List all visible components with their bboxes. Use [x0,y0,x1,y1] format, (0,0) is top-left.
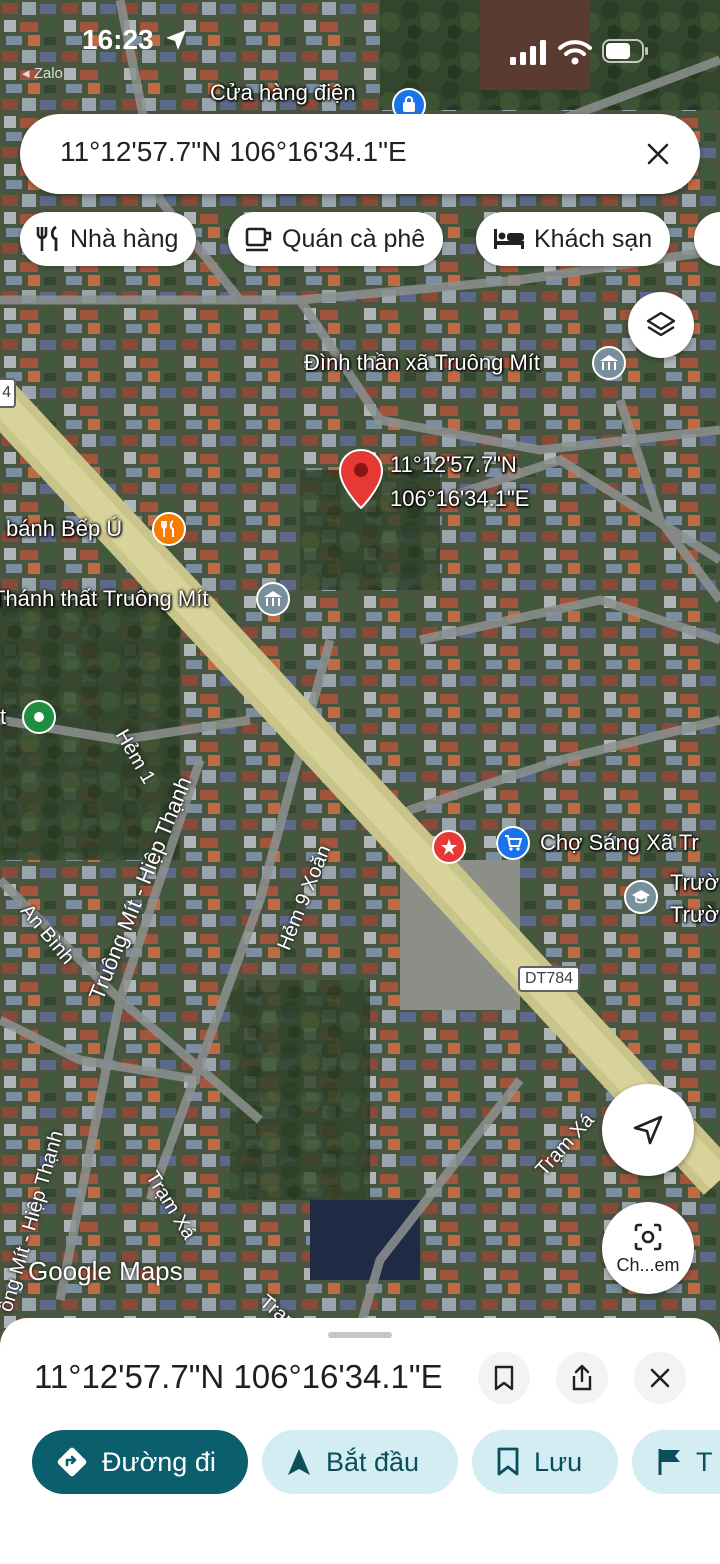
edge-label-t: t [0,704,7,729]
place-bottom-sheet[interactable]: 11°12'57.7"N 106°16'34.1"E Đường đi Bắt … [0,1318,720,1564]
wifi-icon [558,40,592,65]
school-icon[interactable] [624,880,658,914]
camera-lens-icon [634,1223,662,1250]
chip-restaurants[interactable]: Nhà hàng [20,212,197,266]
directions-label: Đường đi [102,1446,216,1477]
share-icon [572,1364,592,1391]
start-label: Bắt đầu [326,1446,420,1477]
start-button[interactable]: Bắt đầu [262,1430,458,1494]
back-app-label: Zalo [33,65,63,82]
restaurant-icon[interactable] [152,512,186,546]
road-shield-dt784: DT784 [518,966,580,992]
map-layers-button[interactable] [628,292,694,358]
place-title: 11°12'57.7"N 106°16'34.1"E [34,1358,443,1395]
close-sheet-button[interactable] [634,1352,686,1404]
drag-handle[interactable] [328,1332,392,1338]
market-star-icon[interactable] [432,830,466,864]
clear-search-button[interactable] [638,134,678,174]
pin-label-lng: 106°16'34.1"E [390,486,530,511]
chip-cafes-label: Quán cà phê [282,224,426,253]
bookmark-outline-icon [494,1365,514,1391]
more-action-label: T [696,1446,713,1477]
road-shield-edge-label: 4 [2,384,11,401]
shopping-cart-icon[interactable] [496,826,530,860]
battery-icon [602,39,648,63]
bed-icon [492,227,526,251]
chip-hotels[interactable]: Khách sạn [476,212,671,266]
place-label-bep-u[interactable]: bánh Bếp Ú [6,516,122,542]
close-icon [650,1368,670,1388]
bookmark-button[interactable] [478,1352,530,1404]
location-arrow-icon [166,30,186,50]
back-to-app-link[interactable]: ◂ Zalo [22,64,63,82]
place-label-truong-1[interactable]: Trườ [670,870,719,896]
directions-button[interactable]: Đường đi [32,1430,248,1494]
green-place-icon[interactable] [22,700,56,734]
search-query-text[interactable]: 11°12'57.7"N 106°16'34.1"E [60,136,407,168]
location-pin-icon[interactable] [338,448,384,510]
back-arrow-icon: ◂ [22,65,30,82]
lens-search-button[interactable]: Ch...em [602,1202,694,1294]
road-shield-edge: 4 [0,378,16,408]
save-button[interactable]: Lưu [472,1430,618,1494]
coffee-cup-icon [244,225,274,253]
google-maps-watermark: Google Maps [28,1256,183,1286]
my-location-button[interactable] [602,1084,694,1176]
share-button[interactable] [556,1352,608,1404]
fork-knife-icon [36,225,62,253]
bookmark-icon [496,1447,520,1477]
more-action-button[interactable]: T [632,1430,720,1494]
road-shield-label: DT784 [524,970,574,987]
search-bar[interactable]: 11°12'57.7"N 106°16'34.1"E [20,114,700,194]
navigation-arrow-icon [286,1447,312,1477]
status-time: 16:23 [82,24,154,55]
temple-icon-2[interactable] [256,582,290,616]
lens-button-label: Ch...em [616,1254,680,1275]
directions-icon [56,1446,88,1478]
flag-icon [656,1447,682,1477]
close-icon [647,143,669,165]
cellular-signal-icon [510,40,546,65]
temple-icon[interactable] [592,346,626,380]
chip-cafes[interactable]: Quán cà phê [228,212,444,266]
pin-label-lat: 11°12'57.7"N [390,452,517,477]
place-label-dinh-than[interactable]: Đình thần xã Truông Mít [304,350,540,376]
place-label-truong-2[interactable]: Trườ [670,902,719,928]
save-label: Lưu [534,1446,583,1477]
place-label-cho-sang[interactable]: Chợ Sáng Xã Tr [540,830,699,856]
chip-hotels-label: Khách sạn [534,224,653,253]
status-bar: 16:23 ◂ Zalo [0,0,720,88]
place-label-thanh-that[interactable]: Thánh thất Truông Mít [0,586,208,612]
navigation-arrow-icon [633,1115,663,1145]
layers-icon [646,311,676,337]
chip-restaurants-label: Nhà hàng [70,224,179,253]
